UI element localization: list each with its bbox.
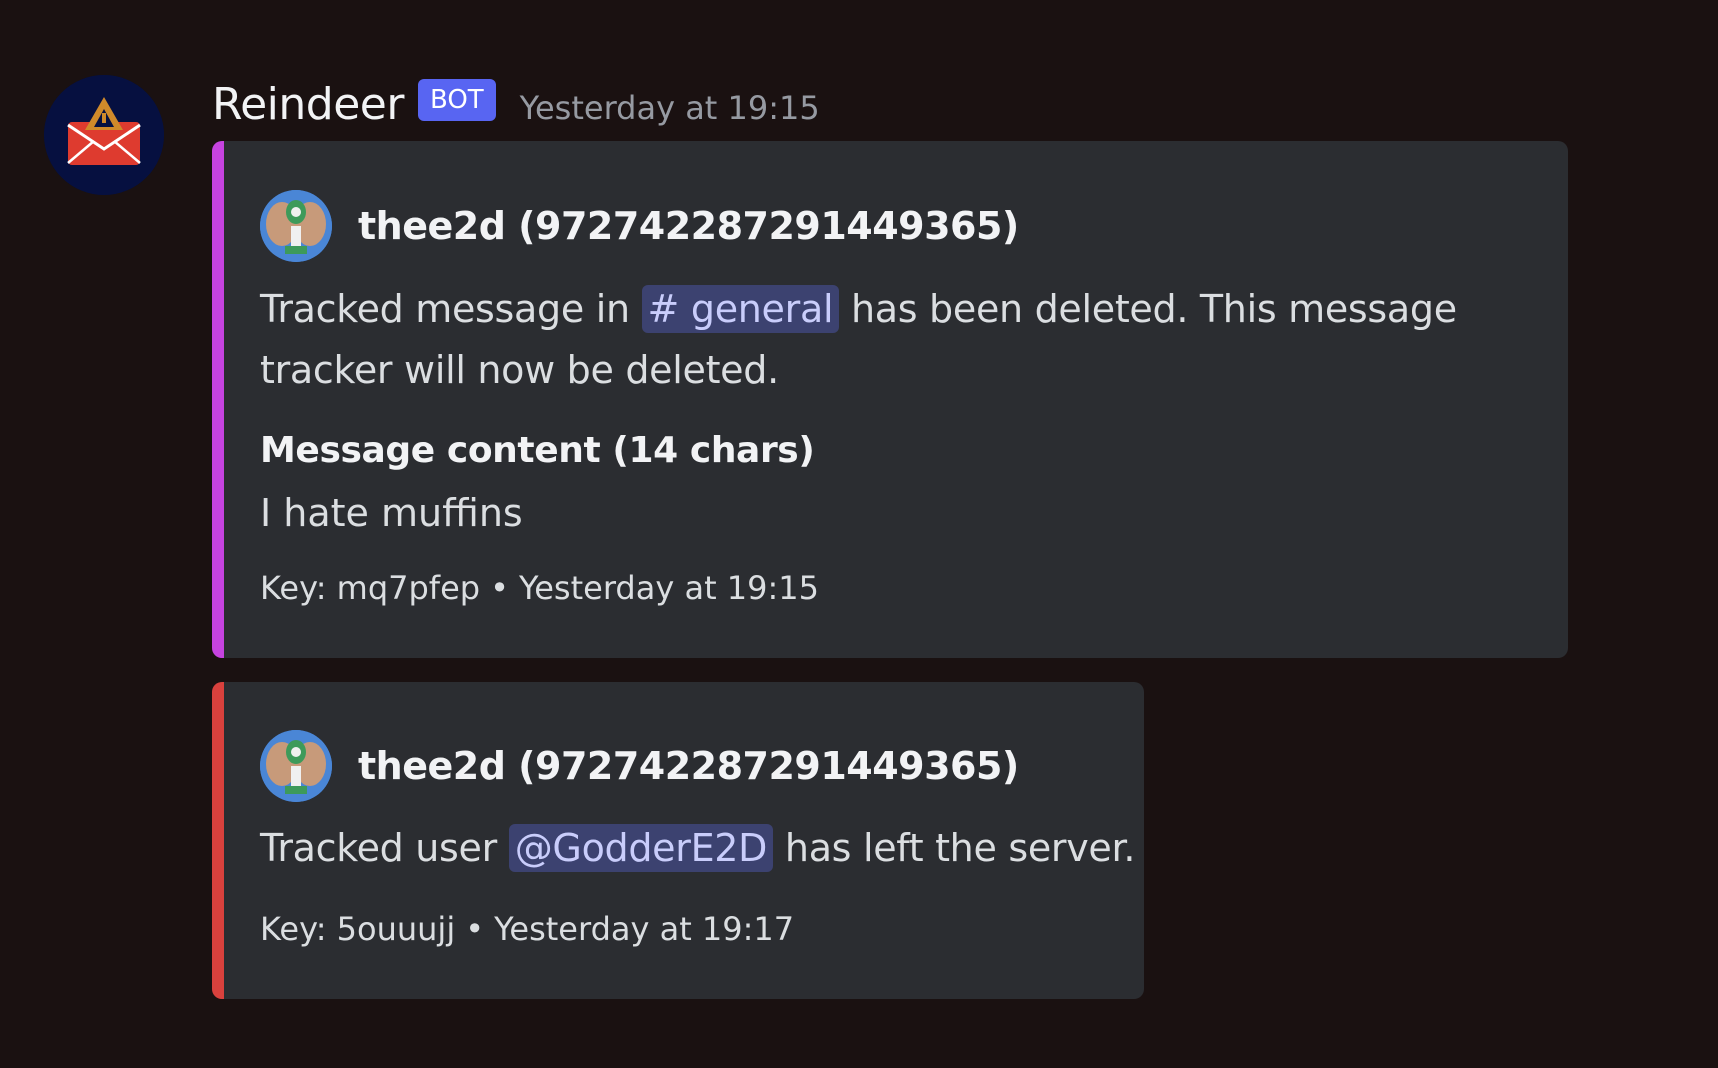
message-timestamp[interactable]: Yesterday at 19:15 — [520, 89, 820, 127]
message-view: Reindeer BOT Yesterday at 19:15 thee2d (… — [0, 0, 1718, 1068]
bot-avatar[interactable] — [44, 75, 164, 195]
embed-author: thee2d (972742287291449365) — [260, 190, 1019, 262]
description-text: has left the server. — [773, 826, 1136, 870]
footer-key: Key: mq7pfep — [260, 569, 481, 607]
footer-key: Key: 5ouuujj — [260, 910, 456, 948]
description-text: has been deleted. This message — [839, 287, 1457, 331]
field-value: I hate muffins — [260, 491, 523, 535]
embed-footer: Key: 5ouuujj • Yesterday at 19:17 — [260, 910, 794, 948]
embed-author-name[interactable]: thee2d (972742287291449365) — [358, 204, 1019, 248]
embed-author-name[interactable]: thee2d (972742287291449365) — [358, 744, 1019, 788]
embed-description: Tracked user @GodderE2D has left the ser… — [260, 818, 1135, 879]
author-name[interactable]: Reindeer — [212, 79, 404, 130]
description-text: tracker will now be deleted. — [260, 348, 779, 392]
channel-mention-label: general — [690, 287, 834, 331]
embed-author-avatar[interactable] — [260, 190, 332, 262]
footer-separator: • — [490, 569, 509, 607]
user-avatar-icon — [260, 730, 332, 802]
message-header: Reindeer BOT Yesterday at 19:15 — [212, 72, 820, 136]
embed-author: thee2d (972742287291449365) — [260, 730, 1019, 802]
embed-message-deleted: thee2d (972742287291449365) Tracked mess… — [212, 141, 1568, 658]
channel-hash-icon: # — [647, 287, 680, 331]
envelope-alert-icon — [44, 75, 164, 195]
embed-accent-bar — [212, 682, 224, 999]
embed-user-left: thee2d (972742287291449365) Tracked user… — [212, 682, 1144, 999]
channel-mention[interactable]: # general — [641, 285, 840, 333]
footer-timestamp: Yesterday at 19:17 — [494, 910, 795, 948]
user-mention[interactable]: @GodderE2D — [508, 824, 774, 872]
embed-author-avatar[interactable] — [260, 730, 332, 802]
field-name: Message content (14 chars) — [260, 430, 815, 471]
embed-accent-bar — [212, 141, 224, 658]
user-avatar-icon — [260, 190, 332, 262]
embed-footer: Key: mq7pfep • Yesterday at 19:15 — [260, 569, 819, 607]
footer-separator: • — [465, 910, 485, 948]
description-text: Tracked message in — [260, 287, 642, 331]
bot-badge: BOT — [417, 79, 496, 121]
footer-timestamp: Yesterday at 19:15 — [518, 569, 819, 607]
description-text: Tracked user — [260, 826, 509, 870]
embed-description: Tracked message in # general has been de… — [260, 279, 1457, 401]
